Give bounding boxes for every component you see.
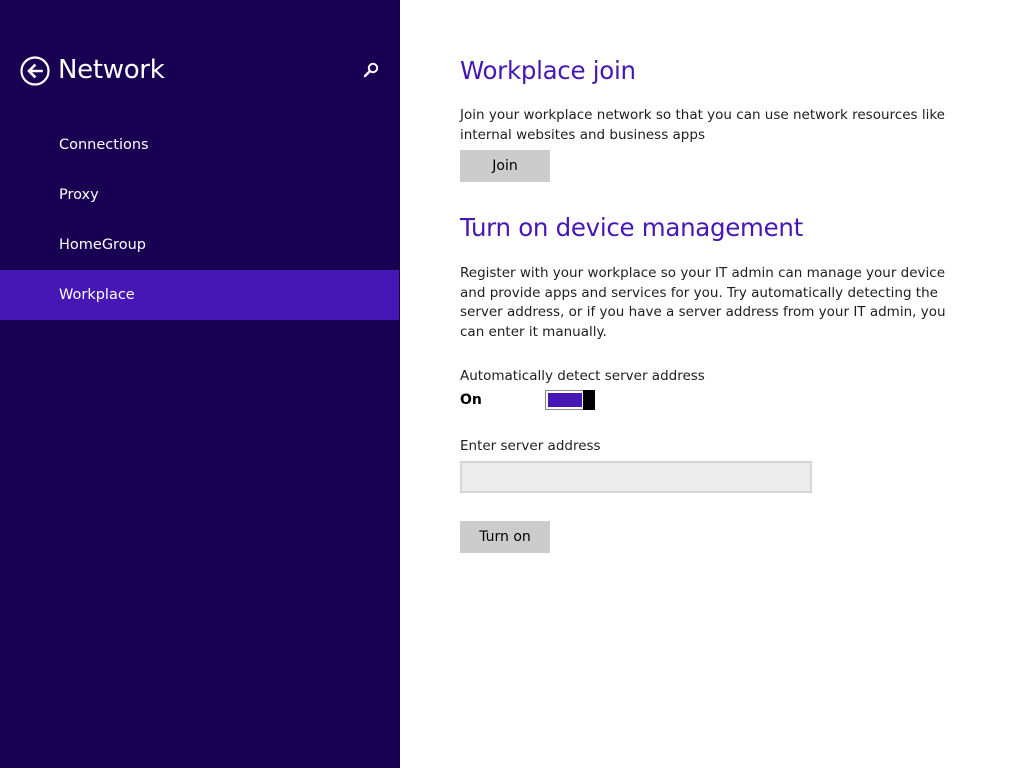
device-management-description: Register with your workplace so your IT … [460,265,946,340]
back-arrow-circle-icon [20,56,50,86]
server-address-input[interactable] [460,461,812,493]
turn-on-button[interactable]: Turn on [460,521,550,553]
sidebar-item-homegroup[interactable]: HomeGroup [0,220,400,270]
workplace-join-title: Workplace join [460,56,636,85]
search-icon [363,62,379,78]
device-management-title: Turn on device management [460,213,803,242]
auto-detect-toggle[interactable] [545,390,595,410]
sidebar-title: Network [58,55,165,85]
toggle-thumb[interactable] [583,390,595,410]
sidebar-item-label: HomeGroup [59,237,146,253]
sidebar-item-proxy[interactable]: Proxy [0,170,400,220]
sidebar-item-label: Connections [59,137,149,153]
main-content: Workplace join Join your workplace netwo… [460,0,1000,768]
workplace-join-description: Join your workplace network so that you … [460,107,945,143]
auto-detect-state: On [460,392,482,408]
sidebar-item-label: Workplace [59,287,135,303]
server-address-label: Enter server address [460,438,601,454]
sidebar-item-workplace[interactable]: Workplace [0,270,399,320]
join-button[interactable]: Join [460,150,550,182]
sidebar-nav: Connections Proxy HomeGroup Workplace [0,120,400,320]
search-button[interactable] [361,60,381,80]
settings-app: Network Connections Proxy HomeGroup Work… [0,0,1024,768]
sidebar-item-connections[interactable]: Connections [0,120,400,170]
auto-detect-label: Automatically detect server address [460,368,705,384]
sidebar: Network Connections Proxy HomeGroup Work… [0,0,400,768]
toggle-fill [548,393,582,407]
back-button[interactable] [20,56,50,86]
sidebar-item-label: Proxy [59,187,99,203]
